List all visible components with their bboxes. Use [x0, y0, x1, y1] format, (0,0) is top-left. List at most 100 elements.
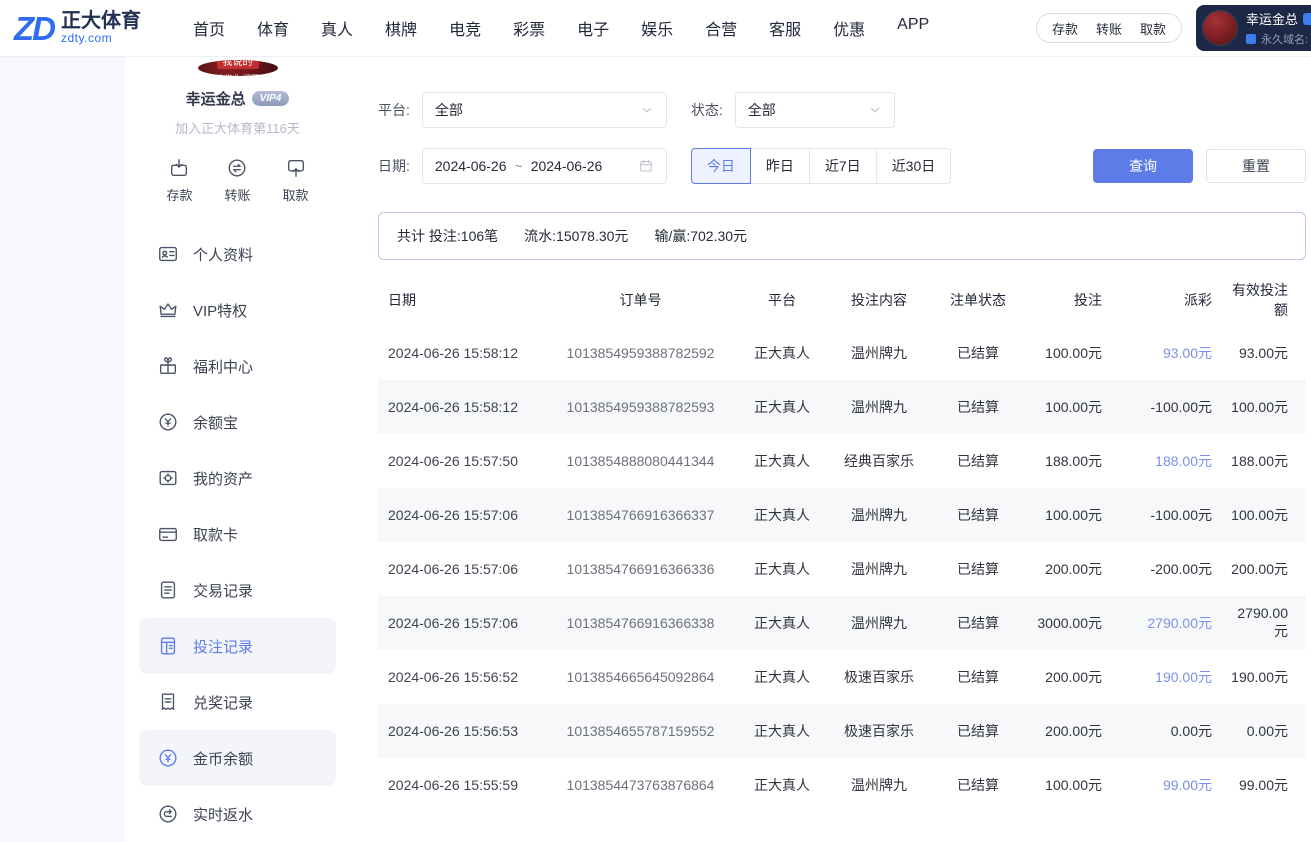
wallet-link-transfer[interactable]: 转账 [1087, 19, 1131, 38]
bank-card-icon [157, 523, 179, 545]
range-yesterday[interactable]: 昨日 [750, 148, 810, 184]
coin-yen-icon [157, 411, 179, 433]
cell-order-no: 1013854888080441344 [543, 453, 738, 469]
username: 幸运金总 [1246, 9, 1298, 28]
sidebar-item-yuebao[interactable]: 余额宝 [139, 394, 336, 450]
table-body: 2024-06-26 15:58:121013854959388782592正大… [378, 326, 1306, 812]
nav-item-entertainment[interactable]: 娱乐 [641, 16, 673, 40]
quick-action-deposit[interactable]: 存款 [166, 157, 192, 204]
cell-date: 2024-06-26 15:56:53 [378, 723, 543, 739]
cell-bet-amount: 188.00元 [1024, 451, 1120, 471]
cell-platform: 正大真人 [738, 343, 826, 363]
cell-order-no: 1013854665645092864 [543, 669, 738, 685]
range-last-7-days[interactable]: 近7日 [809, 148, 877, 184]
nav-item-joint-venture[interactable]: 合营 [705, 16, 737, 40]
cell-status: 已结算 [932, 505, 1024, 525]
top-right: 存款转账取款 幸运金总 永久域名: [1036, 5, 1311, 51]
nav-item-live-casino[interactable]: 真人 [321, 16, 353, 40]
sidebar-item-prize-records[interactable]: 兑奖记录 [139, 674, 336, 730]
date-to: 2024-06-26 [531, 158, 603, 174]
cell-bet-content: 温州牌九 [826, 397, 932, 417]
avatar-caption-2: 能带你们回 [215, 72, 260, 77]
nav-item-customer-service[interactable]: 客服 [769, 16, 801, 40]
cell-valid-bet: 188.00元 [1230, 451, 1306, 471]
user-box[interactable]: 幸运金总 永久域名: [1196, 5, 1311, 51]
table-row: 2024-06-26 15:58:121013854959388782592正大… [378, 326, 1306, 380]
nav-item-lottery[interactable]: 彩票 [513, 16, 545, 40]
table-row: 2024-06-26 15:57:061013854766916366336正大… [378, 542, 1306, 596]
nav-item-chess-cards[interactable]: 棋牌 [385, 16, 417, 40]
cell-bet-content: 极速百家乐 [826, 721, 932, 741]
brand-name: 正大体育 [61, 10, 141, 32]
cell-payout: -100.00元 [1120, 397, 1230, 417]
cell-payout: -100.00元 [1120, 505, 1230, 525]
table-row: 2024-06-26 15:56:521013854665645092864正大… [378, 650, 1306, 704]
cell-valid-bet: 100.00元 [1230, 505, 1306, 525]
cell-valid-bet: 99.00元 [1230, 775, 1306, 795]
date-quick-ranges: 今日昨日近7日近30日 [691, 148, 951, 184]
quick-action-transfer[interactable]: 转账 [224, 157, 250, 204]
cell-bet-amount: 100.00元 [1024, 397, 1120, 417]
sidebar-item-vip-privileges[interactable]: VIP特权 [139, 282, 336, 338]
wallet-link-deposit[interactable]: 存款 [1043, 19, 1087, 38]
gift-icon [157, 355, 179, 377]
search-button[interactable]: 查询 [1093, 149, 1193, 183]
cell-platform: 正大真人 [738, 775, 826, 795]
cell-platform: 正大真人 [738, 451, 826, 471]
brand: ZD 正大体育 zdty.com [0, 10, 141, 45]
reset-button[interactable]: 重置 [1206, 149, 1306, 183]
cell-bet-content: 温州牌九 [826, 775, 932, 795]
summary-bar: 共计 投注:106笔 流水:15078.30元 输/赢:702.30元 [378, 212, 1306, 260]
range-today[interactable]: 今日 [691, 148, 751, 184]
header-platform: 平台 [738, 290, 826, 310]
sidebar-item-label: 投注记录 [193, 636, 253, 657]
summary-turnover: 流水:15078.30元 [524, 226, 628, 246]
cell-order-no: 1013854766916366336 [543, 561, 738, 577]
cell-status: 已结算 [932, 343, 1024, 363]
platform-select[interactable]: 全部 [422, 92, 667, 128]
sidebar-item-transaction-records[interactable]: 交易记录 [139, 562, 336, 618]
top-nav: 首页 体育 真人 棋牌 电竞 彩票 电子 娱乐 合营 客服 优惠 APP [193, 16, 929, 40]
nav-item-app[interactable]: APP [897, 16, 929, 40]
summary-total: 共计 投注:106笔 [397, 226, 498, 246]
summary-winloss: 输/赢:702.30元 [654, 226, 747, 246]
nav-item-home[interactable]: 首页 [193, 16, 225, 40]
mini-logo-icon [1246, 34, 1256, 44]
cell-order-no: 1013854766916366337 [543, 507, 738, 523]
date-label: 日期: [378, 156, 410, 176]
sidebar-item-label: 余额宝 [193, 412, 238, 433]
sidebar-item-bet-records[interactable]: 投注记录 [139, 618, 336, 674]
date-from: 2024-06-26 [435, 158, 507, 174]
table-row: 2024-06-26 15:57:501013854888080441344正大… [378, 434, 1306, 488]
sidebar-item-realtime-rebate[interactable]: 实时返水 [139, 786, 336, 842]
sidebar: 我说的 能带你们回 幸运金总 VIP4 加入正大体育第116天 存款转账取款 个… [125, 56, 350, 842]
cell-bet-content: 极速百家乐 [826, 667, 932, 687]
transfer-icon [226, 157, 248, 179]
join-days-text: 加入正大体育第116天 [175, 118, 300, 137]
nav-item-esports[interactable]: 电竞 [449, 16, 481, 40]
range-last-30-days[interactable]: 近30日 [876, 148, 952, 184]
nav-item-sports[interactable]: 体育 [257, 16, 289, 40]
cell-date: 2024-06-26 15:57:50 [378, 453, 543, 469]
sidebar-item-my-assets[interactable]: 我的资产 [139, 450, 336, 506]
cell-payout: 188.00元 [1120, 451, 1230, 471]
sidebar-item-welfare-center[interactable]: 福利中心 [139, 338, 336, 394]
header-bet-amount: 投注 [1024, 290, 1120, 310]
quick-action-withdraw[interactable]: 取款 [283, 157, 309, 204]
header-status: 注单状态 [932, 290, 1024, 310]
date-range-input[interactable]: 2024-06-26 ~ 2024-06-26 [422, 148, 667, 184]
cell-date: 2024-06-26 15:57:06 [378, 561, 543, 577]
nav-item-slots[interactable]: 电子 [577, 16, 609, 40]
brand-domain: zdty.com [61, 32, 141, 45]
cell-bet-amount: 100.00元 [1024, 343, 1120, 363]
cell-bet-content: 温州牌九 [826, 559, 932, 579]
sidebar-item-profile[interactable]: 个人资料 [139, 226, 336, 282]
sidebar-item-withdraw-card[interactable]: 取款卡 [139, 506, 336, 562]
wallet-quick-links: 存款转账取款 [1036, 13, 1182, 43]
wallet-link-withdraw[interactable]: 取款 [1131, 19, 1175, 38]
status-select[interactable]: 全部 [735, 92, 895, 128]
cell-valid-bet: 0.00元 [1230, 721, 1306, 741]
cell-payout: 99.00元 [1120, 775, 1230, 795]
sidebar-item-coin-balance[interactable]: 金币余额 [139, 730, 336, 786]
nav-item-promotions[interactable]: 优惠 [833, 16, 865, 40]
